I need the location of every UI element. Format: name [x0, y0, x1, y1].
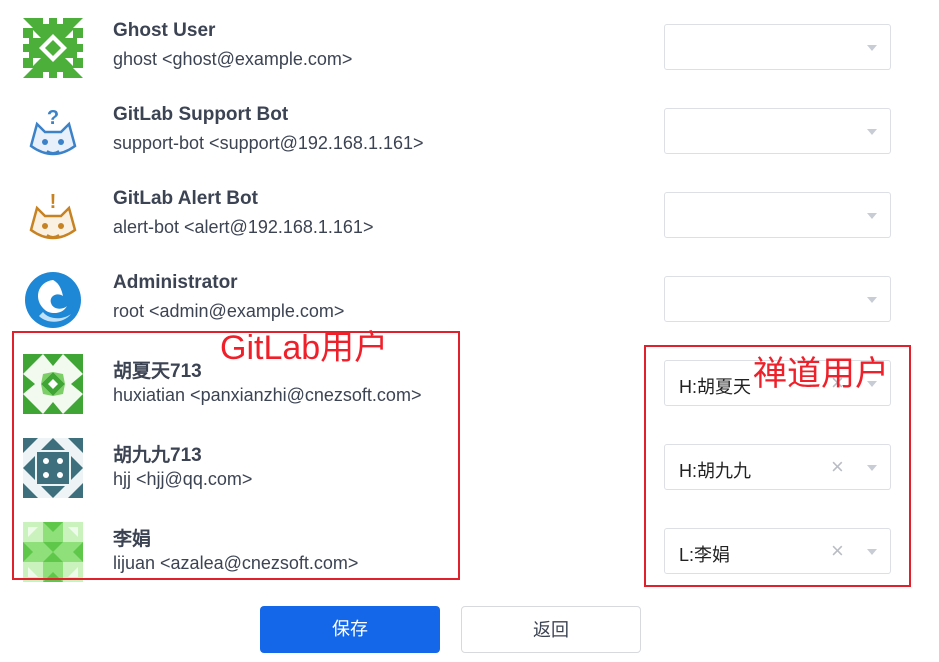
zentao-user-select[interactable]: [664, 24, 891, 70]
zentao-users-label: 禅道用户: [753, 355, 889, 393]
gitlab-users-label: GitLab用户: [220, 329, 389, 367]
user-row-support-bot: ? GitLab Support Bot support-bot <suppor…: [0, 102, 939, 186]
user-email: support-bot <support@192.168.1.161>: [113, 133, 424, 153]
chevron-down-icon: [867, 213, 877, 219]
svg-text:?: ?: [47, 107, 59, 129]
save-button[interactable]: 保存: [260, 606, 440, 653]
alert-bot-icon: !: [29, 191, 77, 240]
user-row-ghost: Ghost User ghost <ghost@example.com>: [0, 18, 939, 102]
user-name: Ghost User: [113, 20, 216, 41]
identicon-avatar: [23, 18, 83, 78]
user-row-alert-bot: ! GitLab Alert Bot alert-bot <alert@192.…: [0, 186, 939, 270]
user-name: Administrator: [113, 272, 238, 293]
user-email: root <admin@example.com>: [113, 301, 345, 321]
user-email: alert-bot <alert@192.168.1.161>: [113, 217, 374, 237]
chevron-down-icon: [867, 129, 877, 135]
back-button[interactable]: 返回: [461, 606, 641, 653]
svg-text:!: !: [50, 191, 57, 213]
zentao-user-select[interactable]: [664, 276, 891, 322]
chevron-down-icon: [867, 45, 877, 51]
chevron-down-icon: [867, 297, 877, 303]
user-name: GitLab Alert Bot: [113, 188, 258, 209]
user-name: GitLab Support Bot: [113, 104, 289, 125]
zentao-user-select[interactable]: [664, 108, 891, 154]
user-email: ghost <ghost@example.com>: [113, 49, 353, 69]
admin-logo-icon: [25, 272, 81, 328]
gitlab-users-highlight: [12, 331, 460, 580]
support-bot-icon: ?: [29, 107, 77, 156]
zentao-user-select[interactable]: [664, 192, 891, 238]
